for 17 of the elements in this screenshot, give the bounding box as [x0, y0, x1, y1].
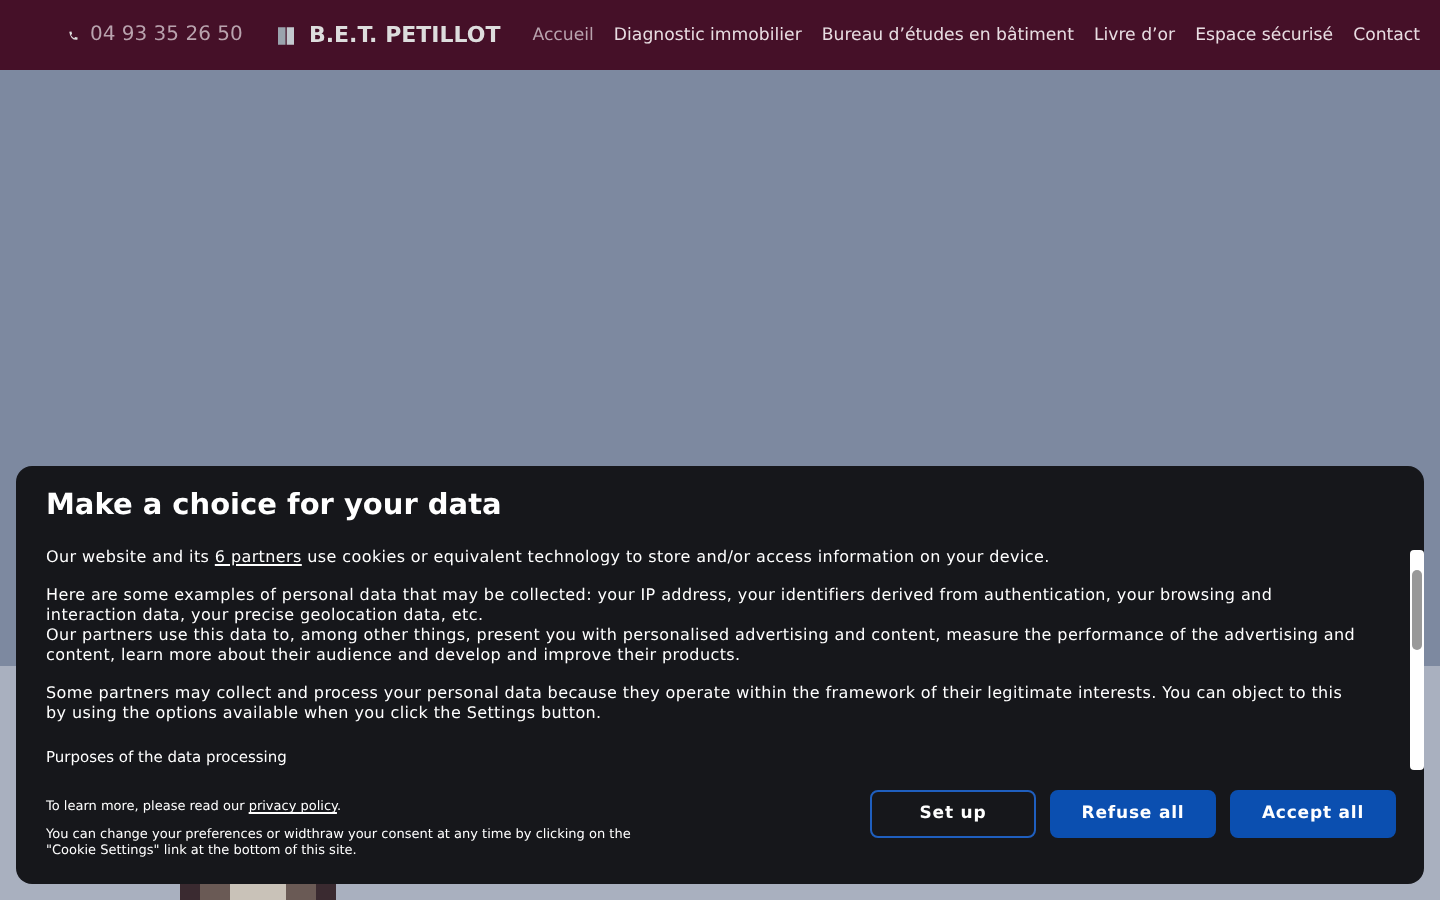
body-text: Our partners use this data to, among other things, present you with personalised advertising and content, measure the performance of the advertising and content, learn more about their audience and develop and improve their products. — [46, 626, 1358, 666]
consent-button[interactable]: Refuse all — [1050, 790, 1216, 838]
intro-text: Our website and its 6 partners use cookies or equivalent technology to store and/or access information on your device. — [46, 548, 1052, 568]
body-text: Some partners may collect and process your personal data because they operate within the framework of their legitimate interests. You can object to this by using the options available when you click the Settings button. — [46, 684, 1345, 724]
brand-name[interactable]: B.E.T. PETILLOT — [308, 22, 501, 48]
phone-number[interactable]: 04 93 35 26 50 — [90, 24, 243, 46]
partners-link[interactable]: 6 partners — [214, 548, 302, 566]
consent-button[interactable]: Accept all — [1230, 790, 1396, 838]
nav-link[interactable]: Bureau d’études en bâtiment — [821, 25, 1074, 45]
nav-link[interactable]: Contact — [1353, 25, 1420, 45]
nav-link[interactable]: Diagnostic immobilier — [613, 25, 802, 45]
nav-link[interactable]: Espace sécurisé — [1195, 25, 1334, 45]
body-text: Here are some examples of personal data that may be collected: your IP address, your identifiers derived from authentication, your browsing and interaction data, your precise geolocation data, etc. — [46, 586, 1275, 626]
nav-link[interactable]: Accueil — [532, 25, 594, 45]
nav-link[interactable]: Livre d’or — [1093, 25, 1176, 45]
dialog-title: Make a choice for your data — [46, 490, 504, 522]
setup-button[interactable]: Set up — [870, 790, 1036, 838]
